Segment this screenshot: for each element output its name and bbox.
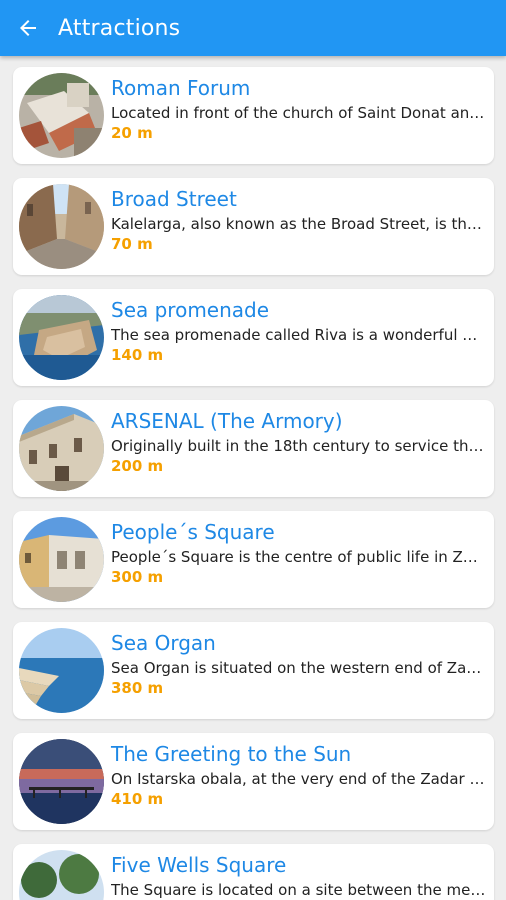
attraction-thumbnail — [19, 850, 104, 900]
attraction-description: Sea Organ is situated on the western end… — [111, 659, 486, 677]
attraction-distance: 380 m — [111, 679, 164, 697]
attraction-name: The Greeting to the Sun — [111, 742, 352, 766]
attraction-thumbnail — [19, 739, 104, 824]
attraction-thumbnail — [19, 406, 104, 491]
app-bar: Attractions — [0, 0, 506, 56]
attraction-card-peoples-square[interactable]: People´s Square People´s Square is the c… — [13, 511, 494, 608]
page-title: Attractions — [58, 15, 181, 41]
attraction-thumbnail — [19, 184, 104, 269]
attraction-name: Sea promenade — [111, 298, 270, 322]
attraction-thumbnail — [19, 628, 104, 713]
attraction-name: Broad Street — [111, 187, 237, 211]
attraction-distance: 410 m — [111, 790, 164, 808]
attraction-name: Sea Organ — [111, 631, 216, 655]
attraction-card-sea-organ[interactable]: Sea Organ Sea Organ is situated on the w… — [13, 622, 494, 719]
back-button[interactable] — [0, 0, 56, 56]
attraction-distance: 70 m — [111, 235, 153, 253]
attraction-distance: 140 m — [111, 346, 164, 364]
attractions-list[interactable]: Roman Forum Located in front of the chur… — [0, 56, 506, 900]
attraction-card-arsenal[interactable]: ARSENAL (The Armory) Originally built in… — [13, 400, 494, 497]
attraction-name: Five Wells Square — [111, 853, 287, 877]
attraction-card-roman-forum[interactable]: Roman Forum Located in front of the chur… — [13, 67, 494, 164]
attraction-thumbnail — [19, 73, 104, 158]
attraction-description: People´s Square is the centre of public … — [111, 548, 486, 566]
attraction-distance: 300 m — [111, 568, 164, 586]
attraction-card-five-wells-square[interactable]: Five Wells Square The Square is located … — [13, 844, 494, 900]
attraction-description: On Istarska obala, at the very end of th… — [111, 770, 486, 788]
attraction-distance: 200 m — [111, 457, 164, 475]
attraction-description: Kalelarga, also known as the Broad Stree… — [111, 215, 486, 233]
attraction-description: The Square is located on a site between … — [111, 881, 486, 899]
attraction-thumbnail — [19, 517, 104, 602]
attraction-name: Roman Forum — [111, 76, 251, 100]
attraction-distance: 20 m — [111, 124, 153, 142]
attraction-card-broad-street[interactable]: Broad Street Kalelarga, also known as th… — [13, 178, 494, 275]
attraction-description: Located in front of the church of Saint … — [111, 104, 486, 122]
attraction-thumbnail — [19, 295, 104, 380]
attraction-description: The sea promenade called Riva is a wonde… — [111, 326, 486, 344]
attraction-name: ARSENAL (The Armory) — [111, 409, 343, 433]
arrow-left-icon — [20, 20, 36, 36]
attraction-description: Originally built in the 18th century to … — [111, 437, 486, 455]
attraction-name: People´s Square — [111, 520, 275, 544]
attraction-card-greeting-to-the-sun[interactable]: The Greeting to the Sun On Istarska obal… — [13, 733, 494, 830]
attraction-card-sea-promenade[interactable]: Sea promenade The sea promenade called R… — [13, 289, 494, 386]
